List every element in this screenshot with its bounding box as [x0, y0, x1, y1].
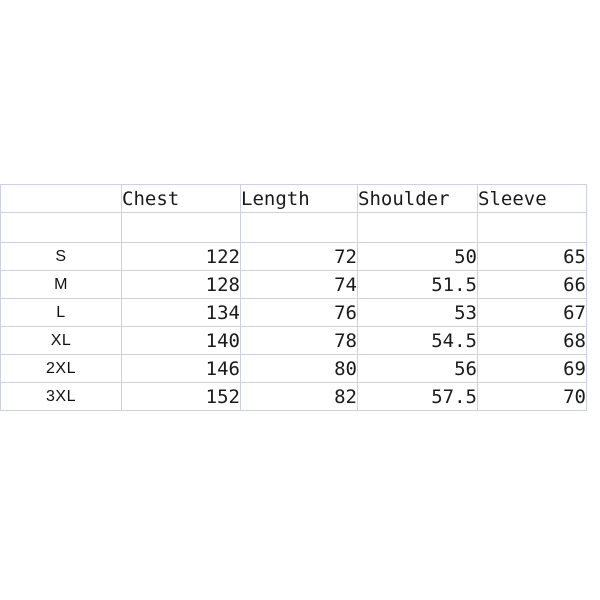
- cell-sleeve: 68: [477, 326, 587, 355]
- cell-sleeve: 66: [477, 270, 587, 299]
- size-chart-table: Chest Length Shoulder Sleeve S 122 72 50…: [0, 184, 587, 411]
- cell-length: 78: [240, 326, 358, 355]
- spacer-cell-sleeve: [477, 212, 587, 243]
- cell-length: 76: [240, 298, 358, 327]
- size-chart-container: Chest Length Shoulder Sleeve S 122 72 50…: [0, 184, 587, 411]
- table-row: M 128 74 51.5 66: [0, 270, 587, 299]
- cell-chest: 128: [121, 270, 241, 299]
- spacer-cell-shoulder: [357, 212, 478, 243]
- table-row: 3XL 152 82 57.5 70: [0, 382, 587, 411]
- table-spacer-row: [0, 212, 587, 243]
- cell-length: 82: [240, 382, 358, 411]
- column-header-length: Length: [240, 184, 358, 213]
- cell-length: 72: [240, 242, 358, 271]
- column-header-shoulder: Shoulder: [357, 184, 478, 213]
- cell-sleeve: 69: [477, 354, 587, 383]
- cell-sleeve: 70: [477, 382, 587, 411]
- cell-chest: 140: [121, 326, 241, 355]
- cell-chest: 134: [121, 298, 241, 327]
- cell-shoulder: 56: [357, 354, 478, 383]
- cell-shoulder: 57.5: [357, 382, 478, 411]
- row-label-size: 2XL: [0, 354, 122, 383]
- cell-shoulder: 54.5: [357, 326, 478, 355]
- cell-chest: 122: [121, 242, 241, 271]
- cell-sleeve: 67: [477, 298, 587, 327]
- column-header-size: [0, 184, 122, 213]
- table-header-row: Chest Length Shoulder Sleeve: [0, 184, 587, 213]
- cell-sleeve: 65: [477, 242, 587, 271]
- spacer-cell-size: [0, 212, 122, 243]
- cell-length: 74: [240, 270, 358, 299]
- cell-shoulder: 50: [357, 242, 478, 271]
- table-row: S 122 72 50 65: [0, 242, 587, 271]
- cell-shoulder: 53: [357, 298, 478, 327]
- spacer-cell-length: [240, 212, 358, 243]
- spacer-cell-chest: [121, 212, 241, 243]
- cell-shoulder: 51.5: [357, 270, 478, 299]
- row-label-size: XL: [0, 326, 122, 355]
- row-label-size: M: [0, 270, 122, 299]
- row-label-size: L: [0, 298, 122, 327]
- cell-chest: 146: [121, 354, 241, 383]
- column-header-chest: Chest: [121, 184, 241, 213]
- cell-length: 80: [240, 354, 358, 383]
- table-row: XL 140 78 54.5 68: [0, 326, 587, 355]
- table-row: L 134 76 53 67: [0, 298, 587, 327]
- table-row: 2XL 146 80 56 69: [0, 354, 587, 383]
- row-label-size: 3XL: [0, 382, 122, 411]
- column-header-sleeve: Sleeve: [477, 184, 587, 213]
- cell-chest: 152: [121, 382, 241, 411]
- row-label-size: S: [0, 242, 122, 271]
